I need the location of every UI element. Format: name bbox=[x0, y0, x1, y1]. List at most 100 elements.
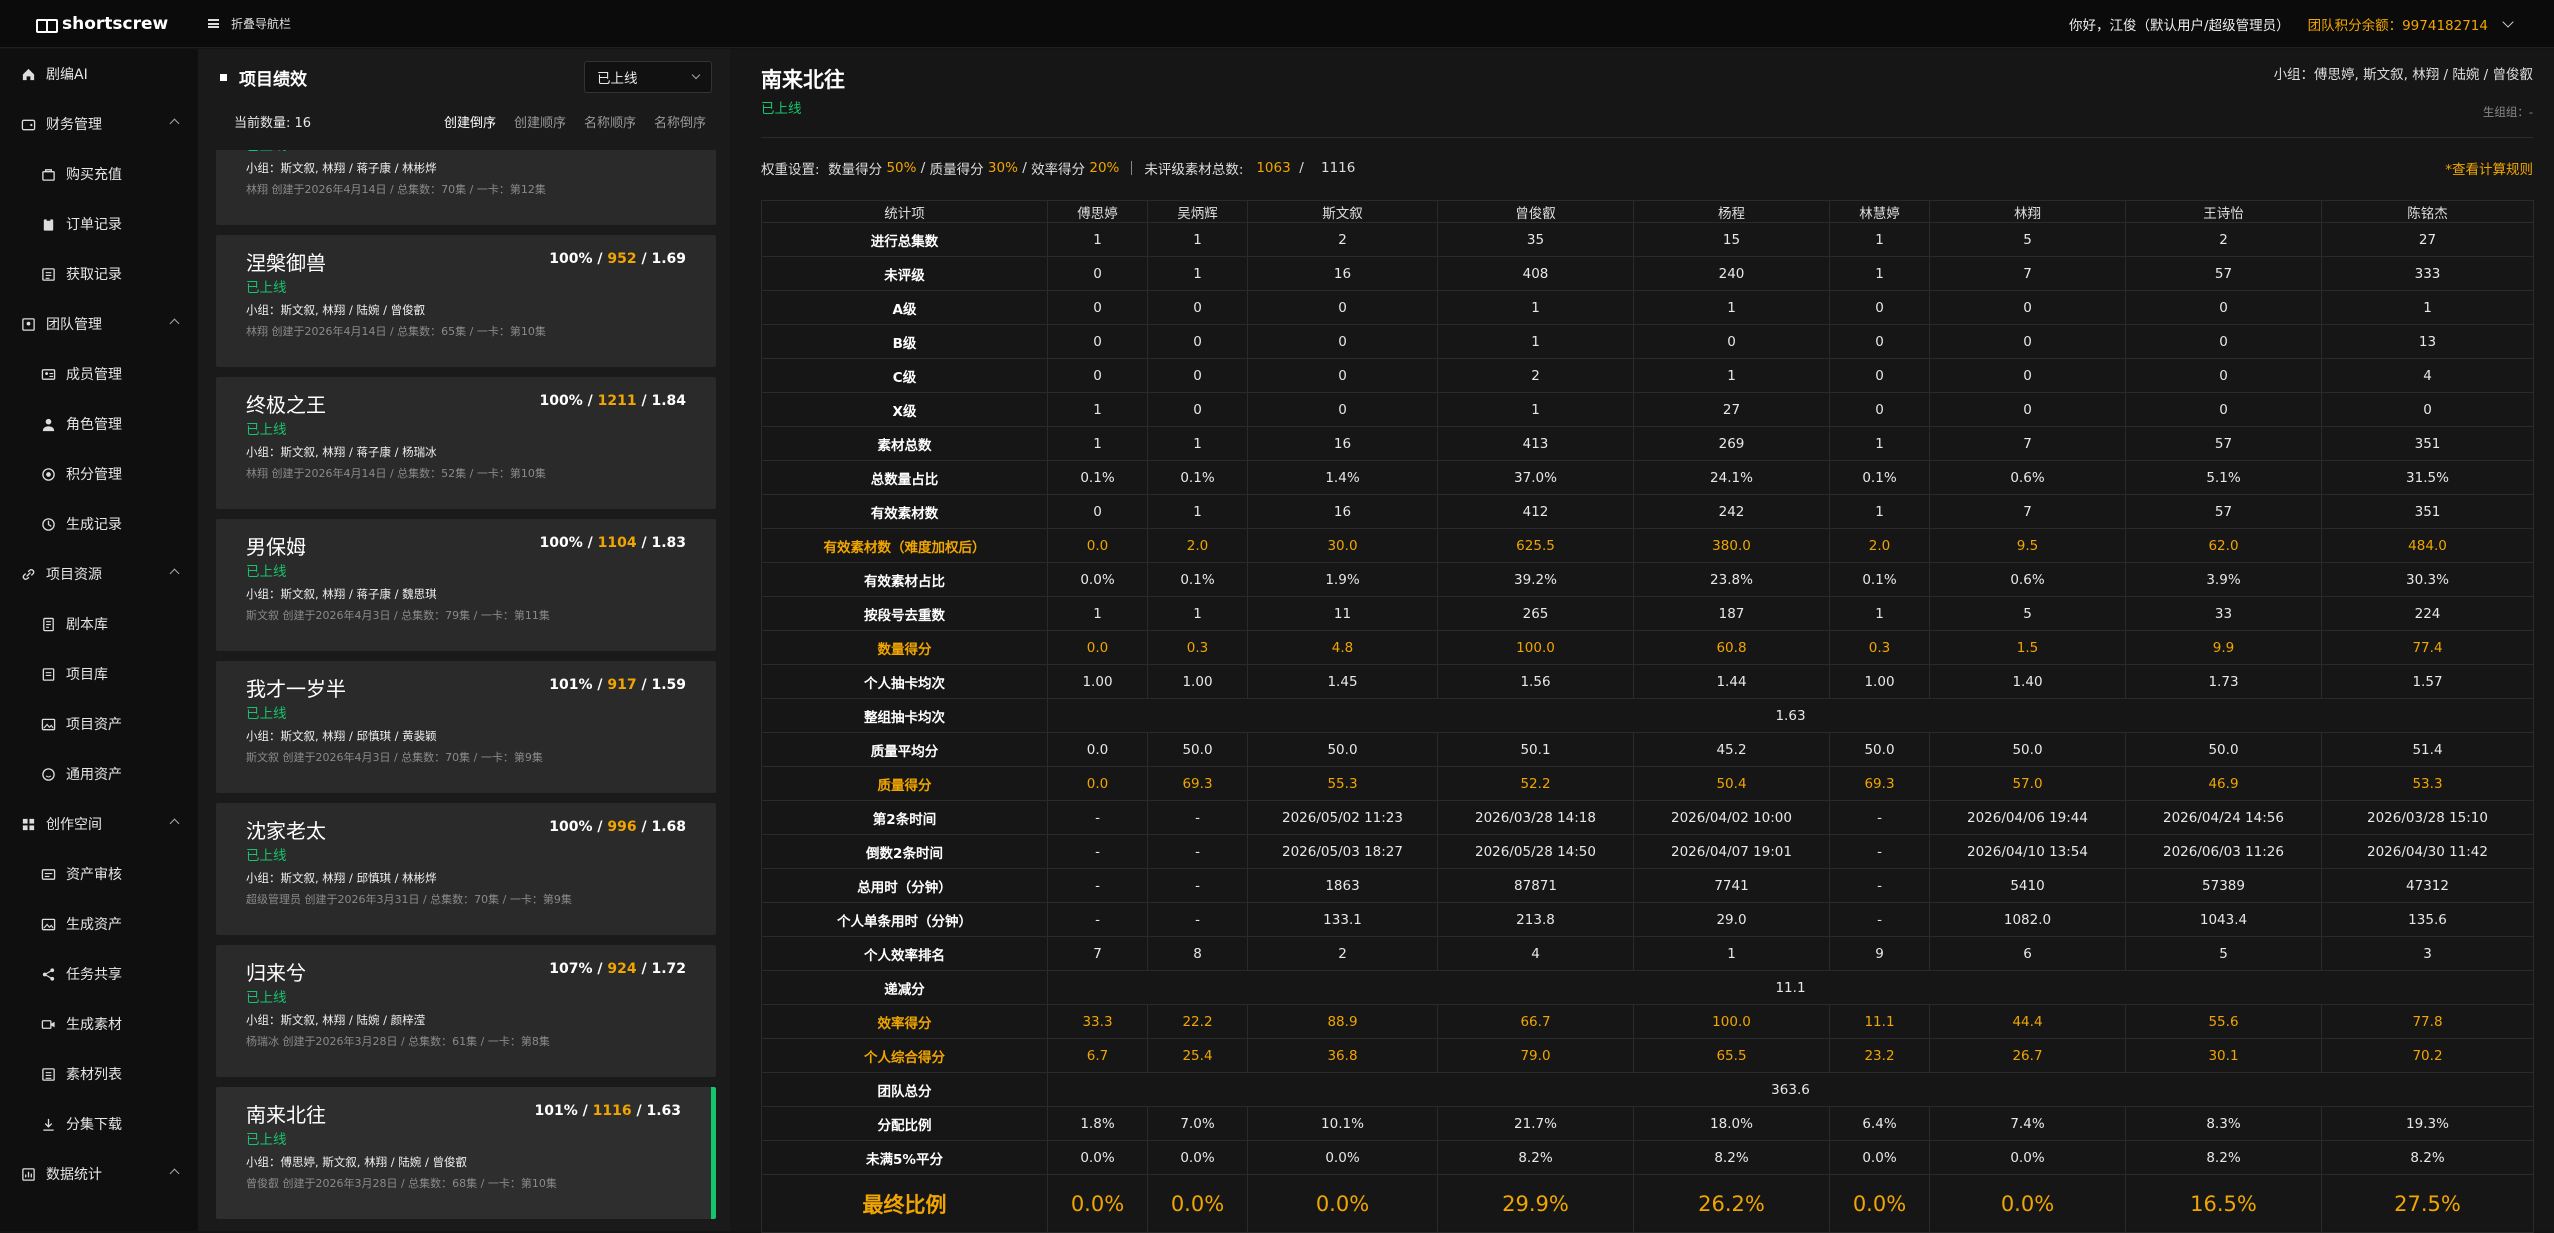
table-cell: 0 bbox=[2125, 324, 2322, 359]
table-cell: 0 bbox=[1147, 358, 1248, 393]
table-cell: 0.0% bbox=[1147, 1140, 1248, 1175]
sidebar-item-6[interactable]: 成员管理 bbox=[0, 349, 198, 399]
sidebar-item-12[interactable]: 项目库 bbox=[0, 649, 198, 699]
project-pct: 101% / bbox=[549, 677, 608, 693]
table-cell: 22.2 bbox=[1147, 1004, 1248, 1039]
project-pct: 100% / bbox=[539, 393, 598, 409]
table-cell: 242 bbox=[1633, 494, 1830, 529]
table-cell: 0 bbox=[1829, 290, 1930, 325]
table-cell: 3.9% bbox=[2125, 562, 2322, 597]
sidebar-item-2[interactable]: 购买充值 bbox=[0, 149, 198, 199]
sidebar-item-22[interactable]: 数据统计 bbox=[0, 1149, 198, 1199]
sidebar-item-7[interactable]: 角色管理 bbox=[0, 399, 198, 449]
table-cell: 16 bbox=[1247, 494, 1438, 529]
table-cell: 0.0% bbox=[1047, 562, 1148, 597]
project-card[interactable]: 男保姆 100% / 1104 / 1.83 已上线 小组：斯文叙, 林翔 / 蒋子康… bbox=[216, 519, 716, 651]
column-header: 林翔 bbox=[1929, 200, 2126, 223]
sidebar-item-1[interactable]: 财务管理 bbox=[0, 99, 198, 149]
chevron-down-icon[interactable] bbox=[2502, 16, 2514, 28]
table-cell: 135.6 bbox=[2321, 902, 2534, 937]
project-card[interactable]: 凌丁琢伴已上线小组：斯文叙, 林翔 / 蒋子康 / 林彬烨林翔 创建于2026年… bbox=[216, 150, 716, 225]
project-card[interactable]: 涅槃御兽 100% / 952 / 1.69 已上线 小组：斯文叙, 林翔 / 陆婉 … bbox=[216, 235, 716, 367]
sort-option-0[interactable]: 创建倒序 bbox=[444, 116, 496, 131]
table-row: 倒数2条时间 - -2026/05/03 18:27 2026/05/28 14:50… bbox=[761, 834, 2534, 869]
table-cell: 57389 bbox=[2125, 868, 2322, 903]
row-label: 未满5%平分 bbox=[761, 1140, 1048, 1175]
table-cell: 213.8 bbox=[1437, 902, 1634, 937]
project-score: 1211 bbox=[597, 393, 637, 409]
project-card[interactable]: 终极之王 100% / 1211 / 1.84 已上线 小组：斯文叙, 林翔 / 蒋子… bbox=[216, 377, 716, 509]
sidebar-item-10[interactable]: 项目资源 bbox=[0, 549, 198, 599]
project-list[interactable]: 凌丁琢伴已上线小组：斯文叙, 林翔 / 蒋子康 / 林彬烨林翔 创建于2026年… bbox=[216, 150, 716, 1231]
sidebar-item-4[interactable]: 获取记录 bbox=[0, 249, 198, 299]
sidebar-item-label: 生成素材 bbox=[66, 1017, 122, 1033]
sidebar-item-11[interactable]: 剧本库 bbox=[0, 599, 198, 649]
table-row: 有效素材数（难度加权后） 0.0 2.0 30.0 625.5 380.0 2.0 9.5 62… bbox=[761, 528, 2534, 563]
project-card[interactable]: 沈家老太 100% / 996 / 1.68 已上线 小组：斯文叙, 林翔 / 邱慎琪… bbox=[216, 803, 716, 935]
sidebar-item-15[interactable]: 创作空间 bbox=[0, 799, 198, 849]
project-card[interactable]: 归来兮 107% / 924 / 1.72 已上线 小组：斯文叙, 林翔 / 陆婉 /… bbox=[216, 945, 716, 1077]
status-filter-select[interactable]: 已上线 bbox=[584, 61, 712, 93]
sort-option-3[interactable]: 名称倒序 bbox=[654, 116, 706, 131]
table-cell: 0.0 bbox=[1047, 528, 1148, 563]
user-area[interactable]: 你好，江俊（默认用户/超级管理员） 团队积分余额：9974182714 bbox=[2069, 0, 2514, 48]
table-cell: 0 bbox=[1247, 358, 1438, 393]
project-stats: 107% / 924 / 1.72 bbox=[549, 961, 686, 977]
project-card[interactable]: 我才一岁半 101% / 917 / 1.59 已上线 小组：斯文叙, 林翔 / 邱慎… bbox=[216, 661, 716, 793]
table-cell: 0.0% bbox=[1247, 1140, 1438, 1175]
table-cell: 19.3% bbox=[2321, 1106, 2534, 1141]
table-cell: 1 bbox=[1147, 494, 1248, 529]
column-header: 林慧婷 bbox=[1829, 200, 1930, 223]
sort-option-2[interactable]: 名称顺序 bbox=[584, 116, 636, 131]
table-cell: - bbox=[1829, 902, 1930, 937]
project-stats: 100% / 1211 / 1.84 bbox=[540, 393, 687, 409]
chevron-down-icon bbox=[691, 70, 701, 80]
sidebar-item-19[interactable]: 生成素材 bbox=[0, 999, 198, 1049]
table-cell: - bbox=[1047, 868, 1148, 903]
project-card[interactable]: 南来北往 101% / 1116 / 1.63 已上线 小组：傅思婷, 斯文叙, 林翔… bbox=[216, 1087, 716, 1219]
table-cell: 13 bbox=[2321, 324, 2534, 359]
record-icon bbox=[40, 266, 56, 282]
sidebar-item-0[interactable]: 剧编AI bbox=[0, 49, 198, 99]
detail-group-leader: 生组组：- bbox=[2482, 105, 2533, 119]
sidebar-item-3[interactable]: 订单记录 bbox=[0, 199, 198, 249]
collapse-nav-button[interactable]: 折叠导航栏 bbox=[208, 15, 291, 32]
table-cell: - bbox=[1047, 800, 1148, 835]
table-cell: 70.2 bbox=[2321, 1038, 2534, 1073]
chevron-up-icon bbox=[169, 318, 180, 329]
project-status: 已上线 bbox=[246, 422, 287, 438]
table-cell: 62.0 bbox=[2125, 528, 2322, 563]
sidebar-item-16[interactable]: 资产审核 bbox=[0, 849, 198, 899]
table-cell: 53.3 bbox=[2321, 766, 2534, 801]
sidebar-item-20[interactable]: 素材列表 bbox=[0, 1049, 198, 1099]
table-cell: 2026/03/28 14:18 bbox=[1437, 800, 1634, 835]
sidebar-item-21[interactable]: 分集下载 bbox=[0, 1099, 198, 1149]
download-icon bbox=[40, 1116, 56, 1132]
project-stats: 100% / 952 / 1.69 bbox=[549, 251, 686, 267]
sidebar-item-18[interactable]: 任务共享 bbox=[0, 949, 198, 999]
brand-logo[interactable]: shortscrew bbox=[0, 14, 198, 34]
sidebar-item-8[interactable]: 积分管理 bbox=[0, 449, 198, 499]
table-cell: 0.0 bbox=[1047, 630, 1148, 665]
sidebar-item-9[interactable]: 生成记录 bbox=[0, 499, 198, 549]
table-cell: 51.4 bbox=[2321, 732, 2534, 767]
sort-options: 创建倒序 创建顺序 名称顺序 名称倒序 bbox=[426, 112, 706, 131]
script-icon bbox=[40, 616, 56, 632]
row-label: 效率得分 bbox=[761, 1004, 1048, 1039]
table-cell: 0.3 bbox=[1829, 630, 1930, 665]
project-ratio: / 1.69 bbox=[636, 251, 686, 267]
sidebar-item-5[interactable]: 团队管理 bbox=[0, 299, 198, 349]
efficiency-weight: 20% bbox=[1089, 160, 1120, 176]
table-cell: 2026/05/28 14:50 bbox=[1437, 834, 1634, 869]
view-rules-link[interactable]: *查看计算规则 bbox=[2445, 158, 2533, 178]
sidebar-item-13[interactable]: 项目资产 bbox=[0, 699, 198, 749]
table-cell: 26.2% bbox=[1633, 1174, 1830, 1233]
sidebar-item-17[interactable]: 生成资产 bbox=[0, 899, 198, 949]
table-cell: 1 bbox=[1633, 290, 1830, 325]
sort-option-1[interactable]: 创建顺序 bbox=[514, 116, 566, 131]
sidebar-item-label: 获取记录 bbox=[66, 267, 122, 283]
sidebar-item-14[interactable]: 通用资产 bbox=[0, 749, 198, 799]
table-cell: 47312 bbox=[2321, 868, 2534, 903]
sidebar-item-label: 剧编AI bbox=[46, 67, 88, 83]
project-group: 小组：傅思婷, 斯文叙, 林翔 / 陆婉 / 曾俊叡 bbox=[246, 1155, 467, 1169]
